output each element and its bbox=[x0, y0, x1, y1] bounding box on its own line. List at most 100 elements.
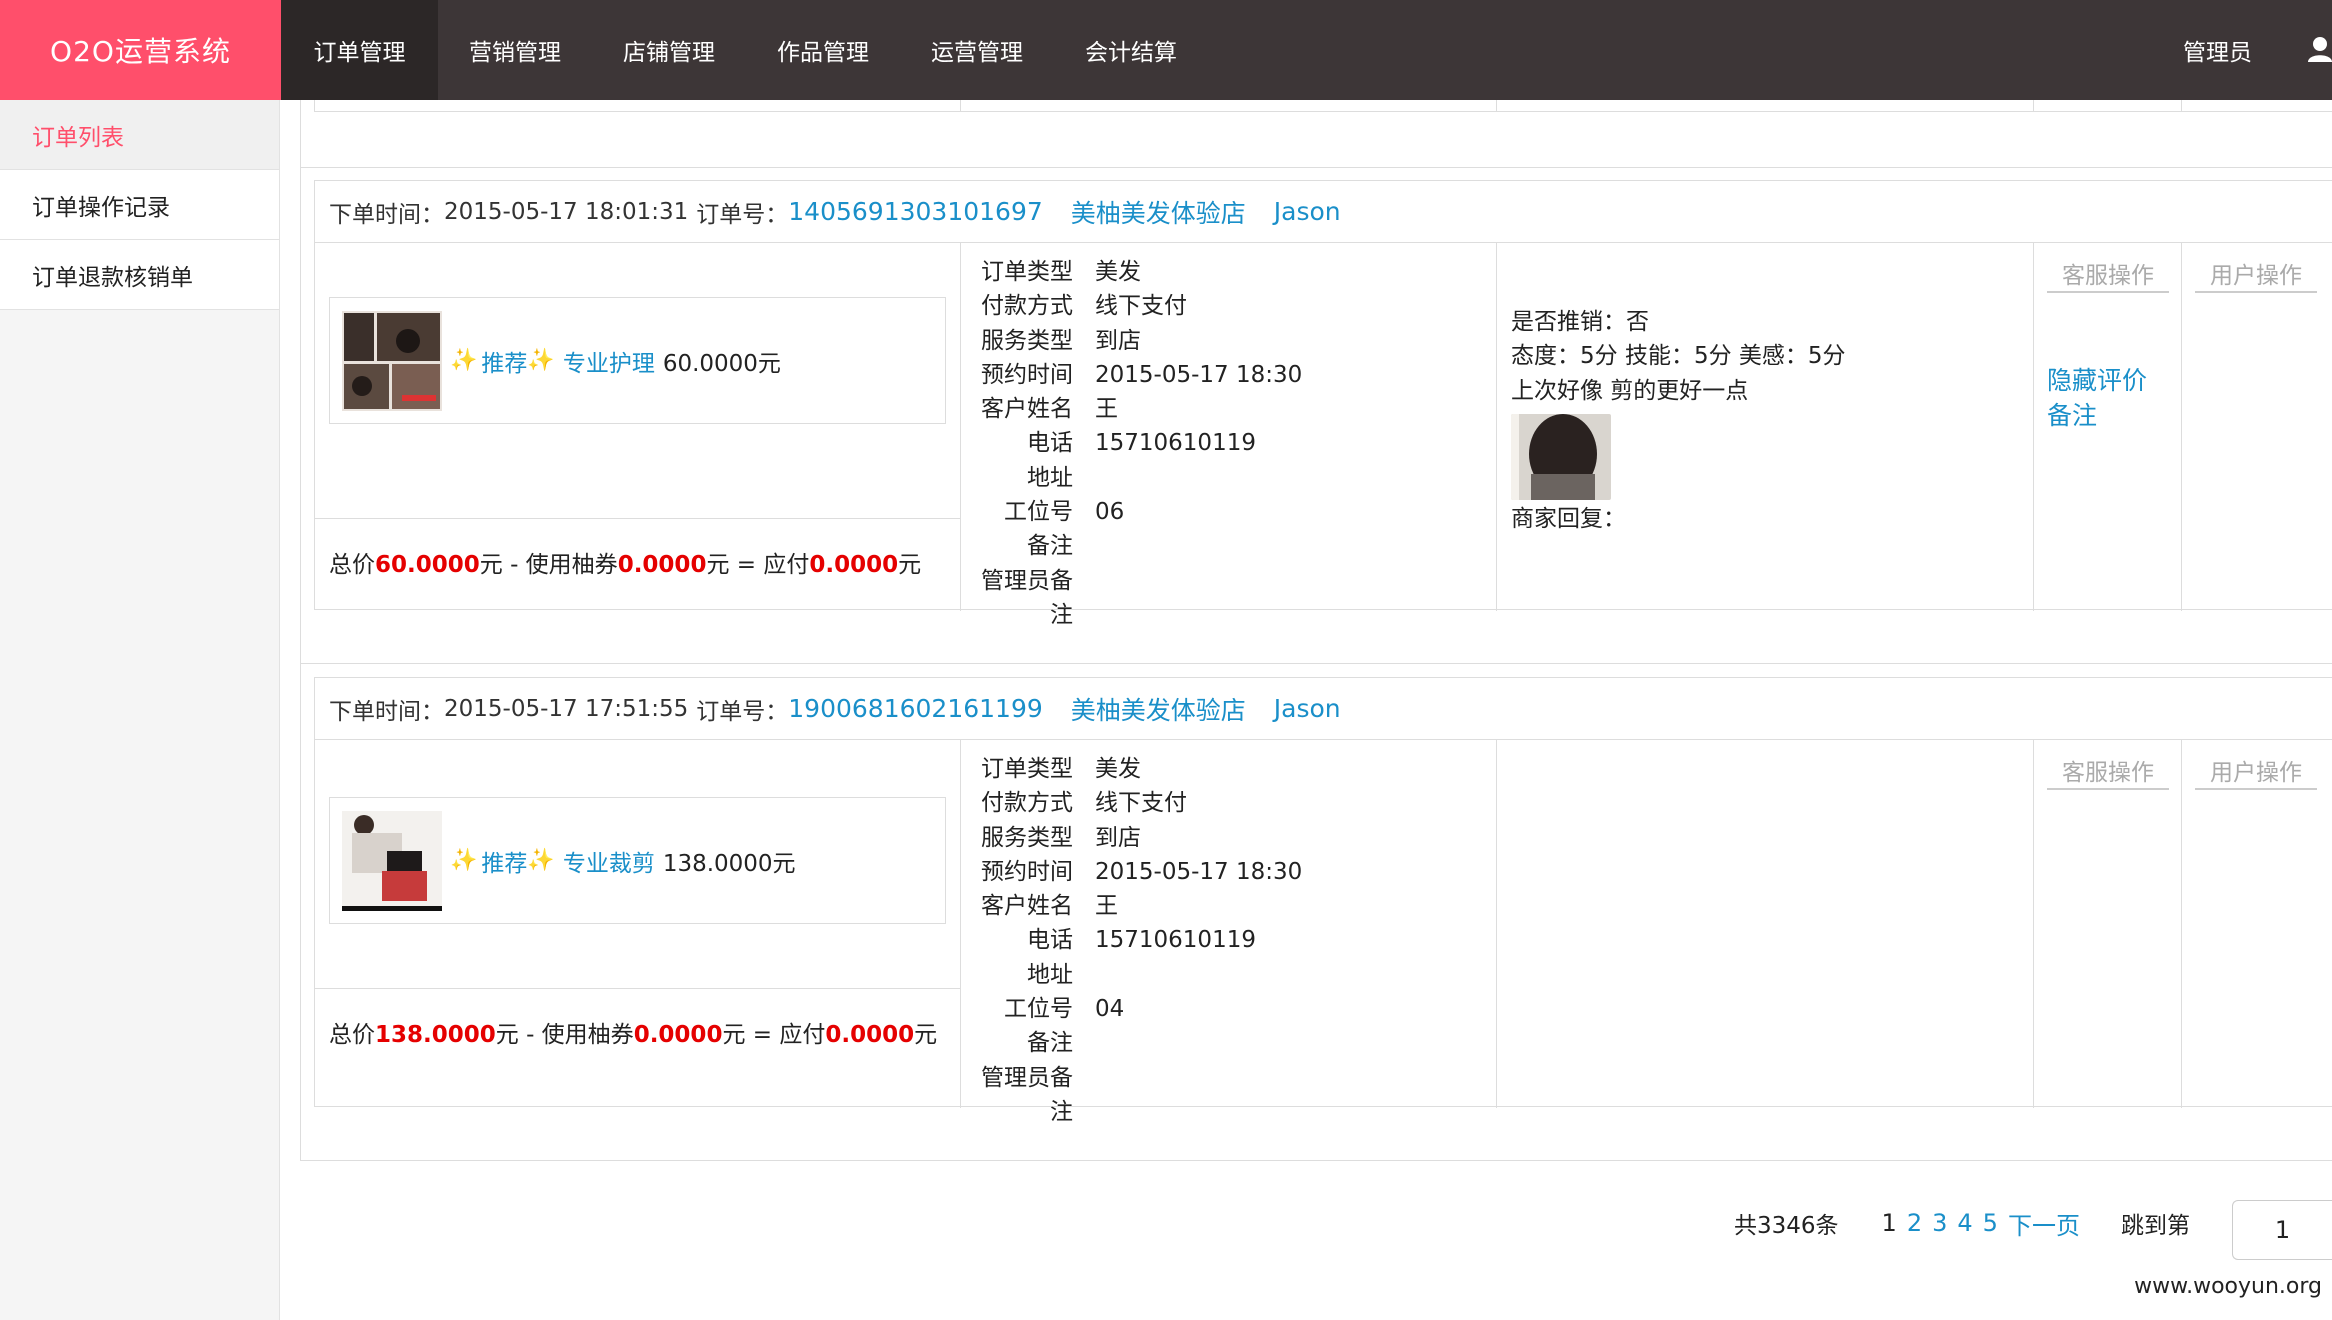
page-link[interactable]: 2 bbox=[1907, 1209, 1922, 1237]
sidebar-item-refund-list[interactable]: 订单退款核销单 bbox=[0, 240, 279, 310]
nav-shop-management[interactable]: 店铺管理 bbox=[592, 0, 746, 100]
review-photo[interactable] bbox=[1511, 414, 1611, 501]
pay-method: 线下支付 bbox=[1095, 293, 1187, 320]
info-key: 预约时间 bbox=[981, 361, 1073, 388]
sparkle-icon: ✨ bbox=[450, 848, 478, 873]
customer-service-op-button[interactable]: 客服操作 bbox=[2047, 752, 2169, 790]
nav-works-management[interactable]: 作品管理 bbox=[746, 0, 900, 100]
order-total-line: 总价60.0000元 - 使用柚券0.0000元 = 应付0.0000元 bbox=[329, 545, 921, 579]
nav-order-management[interactable]: 订单管理 bbox=[281, 0, 438, 100]
group-divider bbox=[300, 167, 2332, 168]
station-no: 06 bbox=[1095, 499, 1125, 526]
service-type: 到店 bbox=[1095, 824, 1141, 851]
station-no: 04 bbox=[1095, 996, 1125, 1023]
recommend-tag[interactable]: 推荐 bbox=[481, 344, 527, 378]
info-key: 地址 bbox=[1027, 961, 1073, 988]
admin-menu[interactable]: 管理员 bbox=[2183, 0, 2252, 100]
info-key: 备注 bbox=[1027, 1030, 1073, 1057]
jump-page-input[interactable] bbox=[2232, 1200, 2332, 1260]
phone: 15710610119 bbox=[1095, 430, 1256, 457]
product-title-link[interactable]: 专业裁剪 bbox=[563, 844, 655, 878]
review-scores: 态度：5分 技能：5分 美感：5分 bbox=[1511, 343, 1846, 370]
order-no-link[interactable]: 1405691303101697 bbox=[788, 197, 1043, 226]
group-divider bbox=[300, 663, 2332, 664]
order-time: 2015-05-17 18:01:31 bbox=[444, 198, 689, 225]
yuan-unit: 元 bbox=[706, 552, 730, 578]
yuan-unit: 元 bbox=[479, 552, 503, 578]
next-page-link[interactable]: 下一页 bbox=[2008, 1206, 2080, 1241]
customer-service-op-button[interactable]: 客服操作 bbox=[2047, 255, 2169, 293]
yuan-unit: 元 bbox=[898, 552, 922, 578]
shop-link[interactable]: 美柚美发体验店 bbox=[1071, 691, 1246, 727]
info-key: 电话 bbox=[1027, 927, 1073, 954]
user-icon[interactable] bbox=[2308, 36, 2332, 62]
stylist-link[interactable]: Jason bbox=[1274, 694, 1341, 723]
sidebar-item-order-log[interactable]: 订单操作记录 bbox=[0, 170, 279, 240]
shop-link[interactable]: 美柚美发体验店 bbox=[1071, 194, 1246, 230]
info-key: 管理员备注 bbox=[981, 567, 1073, 628]
hide-review-link[interactable]: 隐藏评价 bbox=[2047, 361, 2147, 397]
customer-name: 王 bbox=[1095, 396, 1118, 423]
sidebar: 订单列表 订单操作记录 订单退款核销单 bbox=[0, 100, 280, 1320]
recommend-tag[interactable]: 推荐 bbox=[481, 844, 527, 878]
appoint-time: 2015-05-17 18:30 bbox=[1095, 361, 1303, 388]
sparkle-icon: ✨ bbox=[527, 348, 555, 373]
order-time-label: 下单时间： bbox=[329, 201, 444, 228]
order-total-line: 总价138.0000元 - 使用柚券0.0000元 = 应付0.0000元 bbox=[329, 1015, 937, 1049]
appoint-time: 2015-05-17 18:30 bbox=[1095, 858, 1303, 885]
page-link[interactable]: 3 bbox=[1932, 1209, 1947, 1237]
payable-amount: 0.0000 bbox=[809, 552, 899, 578]
order-type: 美发 bbox=[1095, 259, 1141, 285]
coupon-label: - 使用柚券 bbox=[518, 1022, 634, 1048]
product-title-link[interactable]: 专业护理 bbox=[563, 344, 655, 378]
nav-operations-management[interactable]: 运营管理 bbox=[900, 0, 1054, 100]
user-op-button[interactable]: 用户操作 bbox=[2195, 752, 2317, 790]
nav-accounting[interactable]: 会计结算 bbox=[1054, 0, 1208, 100]
pagination: 共3346条 1 2 3 4 5 下一页 跳到第 bbox=[1734, 1196, 2190, 1250]
order-no-link[interactable]: 1900681602161199 bbox=[788, 694, 1043, 723]
order-no-label: 订单号： bbox=[696, 201, 789, 228]
page-link[interactable]: 5 bbox=[1983, 1209, 1998, 1237]
order-card: 下单时间： 2015-05-17 18:01:31 订单号： 140569130… bbox=[314, 180, 2332, 628]
payable-label: = 应付 bbox=[745, 1022, 826, 1048]
product-price: 60.0000元 bbox=[662, 350, 781, 377]
order-no-label: 订单号： bbox=[696, 698, 789, 725]
product-thumbnail[interactable] bbox=[342, 810, 442, 911]
nav-marketing-management[interactable]: 营销管理 bbox=[438, 0, 592, 100]
order-header: 下单时间： 2015-05-17 17:51:55 订单号： 190068160… bbox=[315, 678, 2332, 740]
user-op-button[interactable]: 用户操作 bbox=[2195, 255, 2317, 293]
sparkle-icon: ✨ bbox=[450, 348, 478, 373]
sidebar-item-order-list[interactable]: 订单列表 bbox=[0, 100, 279, 170]
coupon-amount: 0.0000 bbox=[617, 552, 707, 578]
info-key: 付款方式 bbox=[981, 790, 1073, 817]
order-body: ✨ 推荐 ✨ 专业护理 60.0000元 总价60.0000元 - 使用柚券0.… bbox=[315, 243, 2332, 628]
customer-name: 王 bbox=[1095, 893, 1118, 920]
brand-logo[interactable]: O2O运营系统 bbox=[0, 0, 281, 100]
remark-link[interactable]: 备注 bbox=[2047, 396, 2097, 432]
main-nav: 订单管理 营销管理 店铺管理 作品管理 运营管理 会计结算 bbox=[281, 0, 1208, 100]
service-type: 到店 bbox=[1095, 327, 1141, 354]
info-key: 工位号 bbox=[1004, 996, 1073, 1023]
info-key: 地址 bbox=[1027, 464, 1073, 491]
info-key: 工位号 bbox=[1004, 499, 1073, 526]
product-thumbnail[interactable] bbox=[342, 310, 442, 411]
yuan-unit: 元 bbox=[914, 1022, 938, 1048]
phone: 15710610119 bbox=[1095, 927, 1256, 954]
merchant-reply: 商家回复： bbox=[1511, 506, 1626, 533]
total-label: 总价 bbox=[329, 1022, 375, 1048]
info-key: 付款方式 bbox=[981, 293, 1073, 320]
page-link[interactable]: 4 bbox=[1957, 1209, 1972, 1237]
total-label: 总价 bbox=[329, 552, 375, 578]
total-count: 共3346条 bbox=[1734, 1213, 1839, 1239]
coupon-amount: 0.0000 bbox=[633, 1022, 723, 1048]
info-key: 电话 bbox=[1027, 430, 1073, 457]
product-item: ✨ 推荐 ✨ 专业护理 60.0000元 bbox=[329, 297, 946, 424]
page-current: 1 bbox=[1881, 1209, 1897, 1237]
stylist-link[interactable]: Jason bbox=[1274, 197, 1341, 226]
order-body: ✨ 推荐 ✨ 专业裁剪 138.0000元 总价138.0000元 - 使用柚券… bbox=[315, 740, 2332, 1125]
info-key: 服务类型 bbox=[981, 327, 1073, 354]
yuan-unit: 元 bbox=[722, 1022, 746, 1048]
review-panel: 是否推销：否 态度：5分 技能：5分 美感：5分 上次好像 剪的更好一点 商家回… bbox=[1511, 305, 1846, 537]
info-key: 备注 bbox=[1027, 533, 1073, 560]
yuan-unit: 元 bbox=[495, 1022, 519, 1048]
